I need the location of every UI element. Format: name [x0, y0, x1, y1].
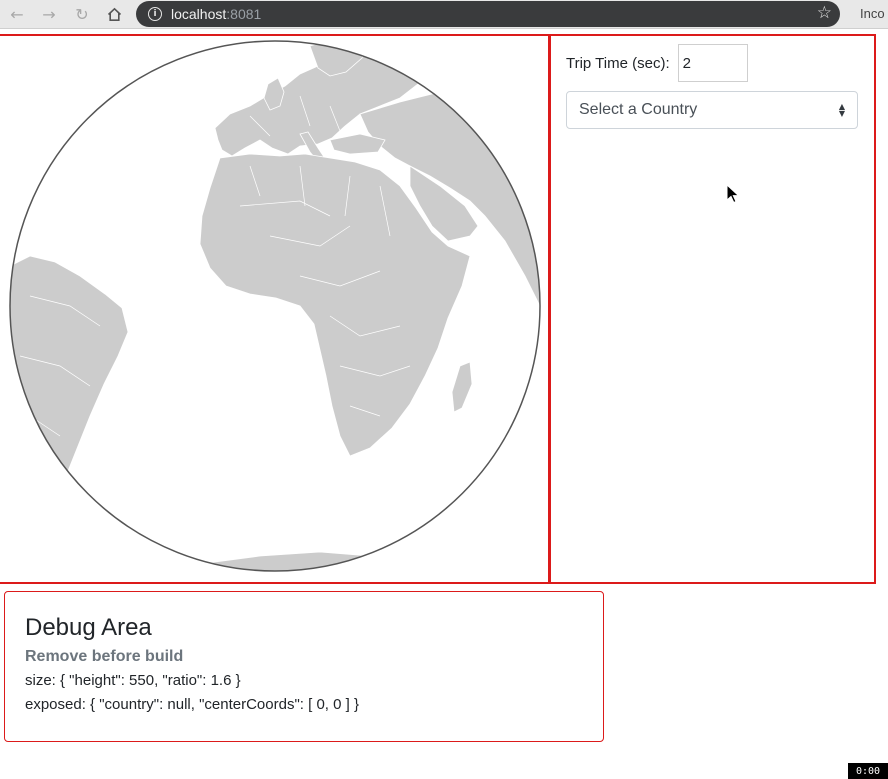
debug-area: Debug Area Remove before build size: { "… — [4, 591, 604, 742]
bookmark-star-icon[interactable]: ☆ — [817, 3, 832, 23]
debug-subtitle: Remove before build — [25, 648, 184, 665]
forward-arrow-icon[interactable]: → — [37, 2, 61, 26]
trip-time-label: Trip Time (sec): — [566, 54, 670, 72]
globe-pane — [0, 34, 551, 584]
debug-size-line: size: { "height": 550, "ratio": 1.6 } — [25, 672, 241, 689]
country-select-value: Select a Country — [579, 101, 698, 118]
back-arrow-icon[interactable]: ← — [5, 2, 29, 26]
recording-timer: 0:00 — [848, 763, 888, 779]
info-icon[interactable]: i — [148, 7, 162, 21]
incognito-label: Inco — [860, 6, 885, 21]
url-text: localhost:8081 — [171, 6, 262, 22]
debug-title: Debug Area — [25, 614, 152, 641]
mouse-cursor-icon — [726, 184, 740, 204]
country-select[interactable]: Select a Country ▲ ▼ — [566, 91, 858, 129]
address-bar[interactable]: i localhost:8081 ☆ — [136, 1, 840, 27]
trip-time-row: Trip Time (sec): — [566, 44, 748, 82]
home-icon[interactable] — [102, 2, 126, 26]
controls-pane: Trip Time (sec): Select a Country ▲▼ — [548, 34, 876, 584]
trip-time-input[interactable] — [677, 44, 748, 82]
globe-map[interactable] — [0, 36, 549, 582]
reload-icon[interactable]: ↻ — [70, 2, 94, 26]
browser-toolbar: ← → ↻ i localhost:8081 ☆ Inco — [0, 0, 888, 29]
select-arrows-icon: ▲ ▼ — [838, 102, 845, 118]
debug-exposed-line: exposed: { "country": null, "centerCoord… — [25, 696, 359, 713]
